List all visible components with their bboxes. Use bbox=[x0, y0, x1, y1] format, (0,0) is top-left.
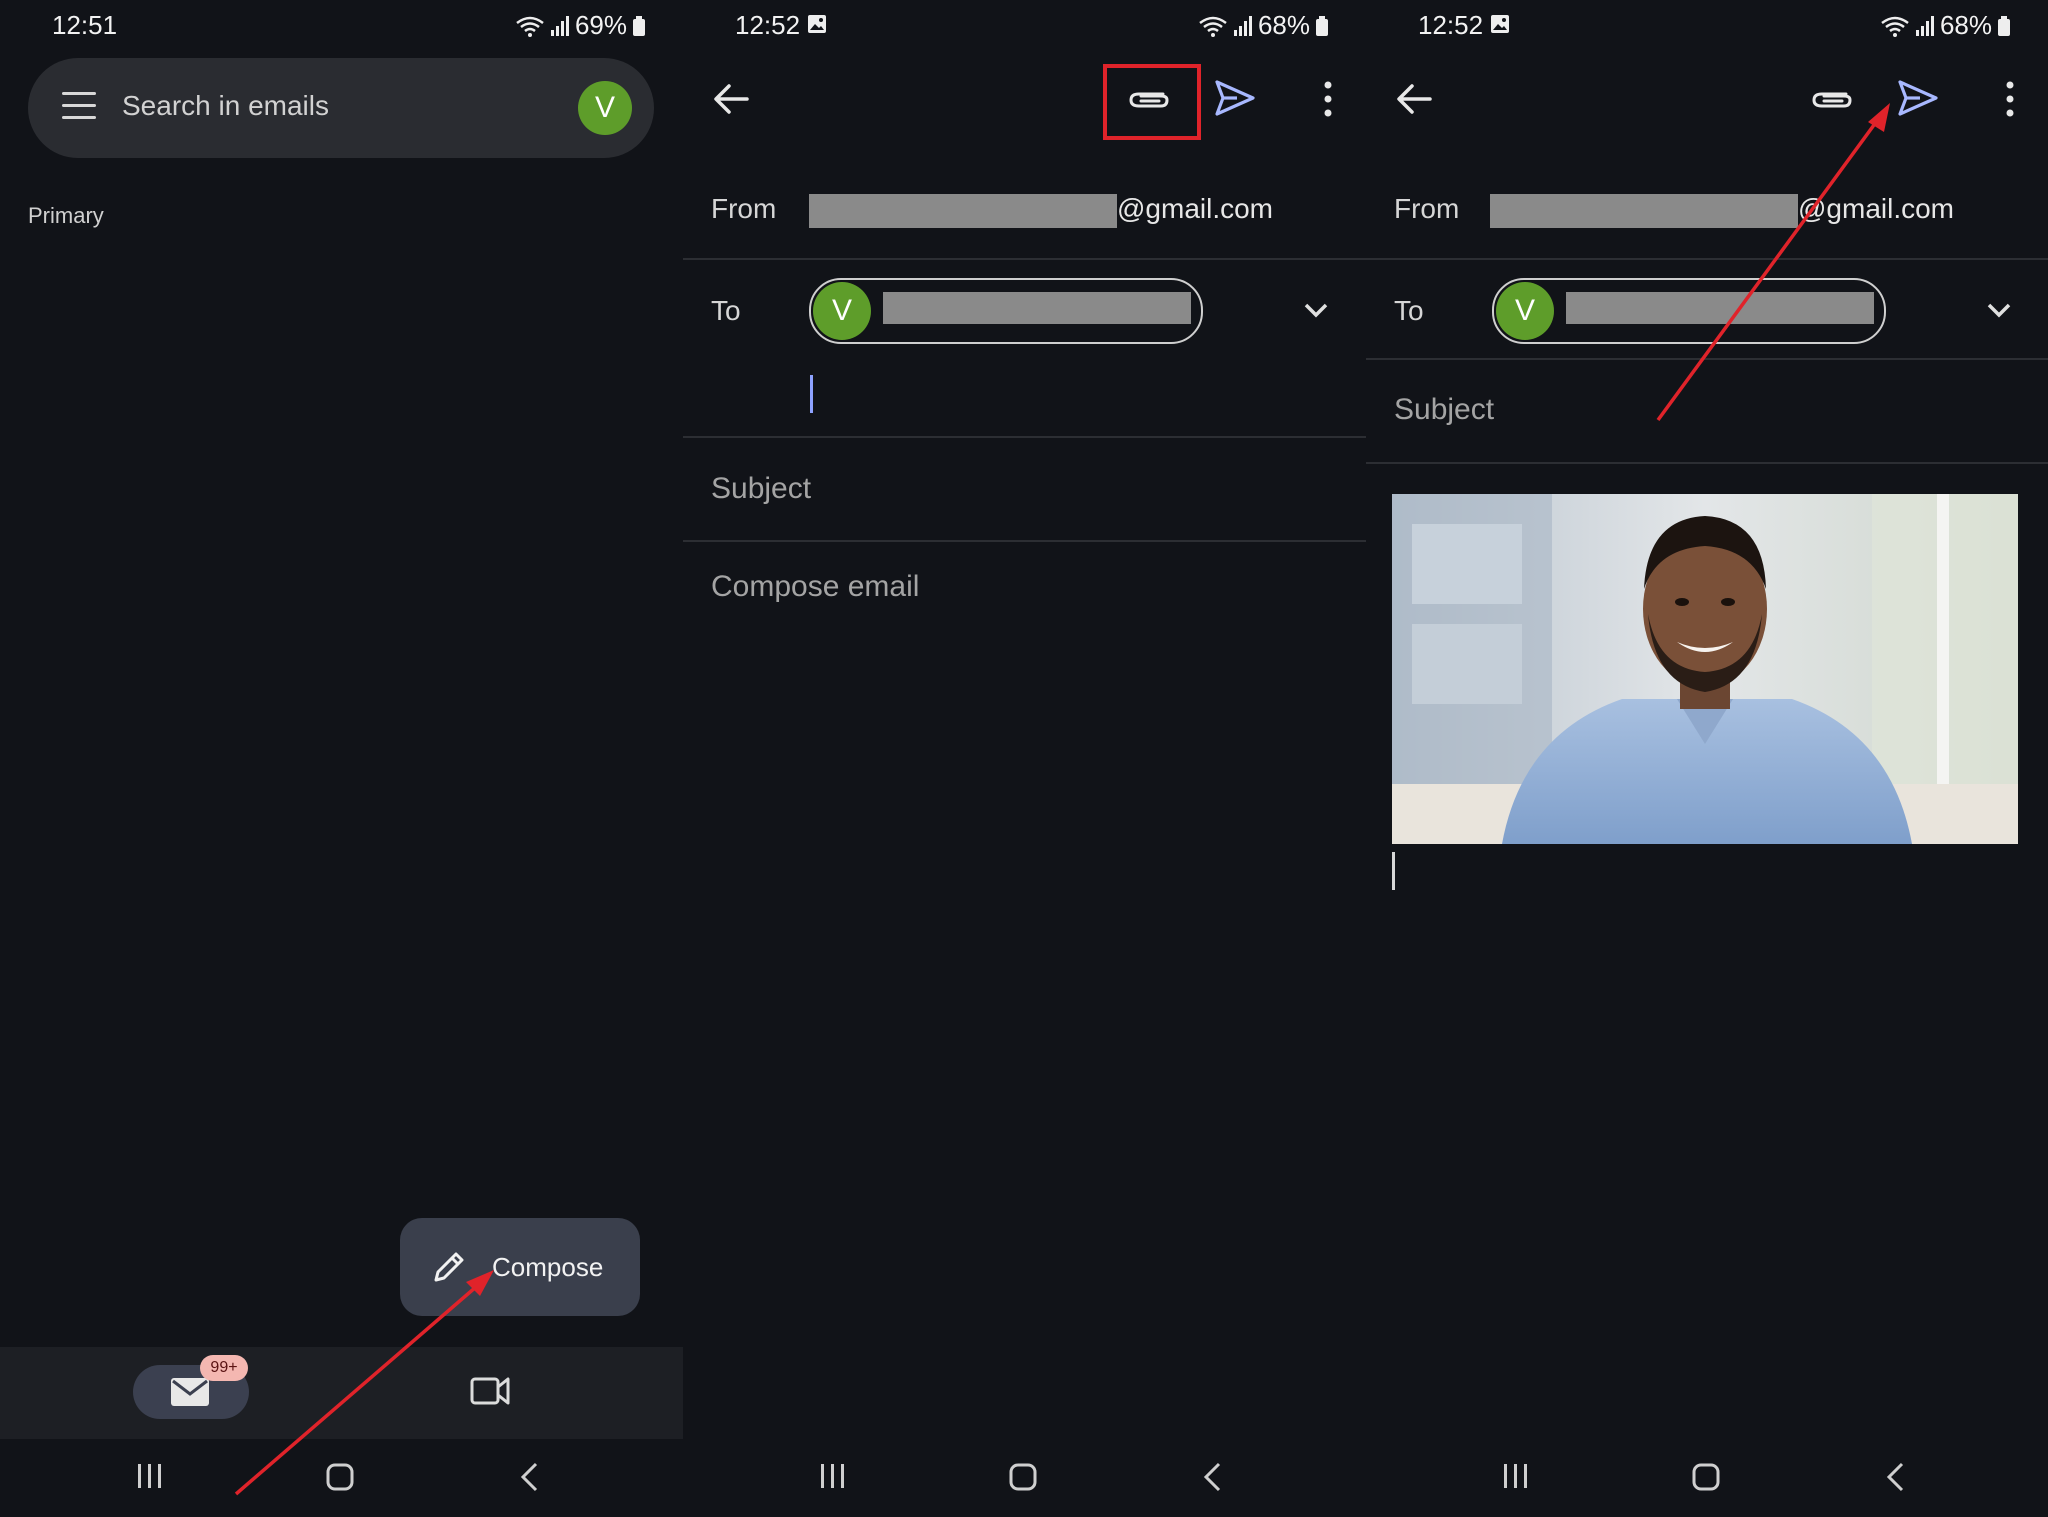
gallery-notification-icon bbox=[1491, 15, 1509, 33]
from-label: From bbox=[1394, 193, 1460, 224]
signal-icon bbox=[1233, 15, 1252, 36]
redacted-recipient-address bbox=[883, 292, 1191, 324]
inbox-screen: 12:51 69% Search in emails V Primary Com… bbox=[0, 0, 683, 1517]
redacted-recipient-address bbox=[1566, 292, 1874, 324]
status-time: 12:52 bbox=[1418, 10, 1484, 40]
redacted-sender-address bbox=[809, 194, 1117, 228]
back-arrow-icon[interactable] bbox=[713, 80, 751, 118]
recipient-chip[interactable]: V bbox=[1492, 278, 1886, 344]
gallery-notification-icon bbox=[808, 15, 826, 33]
more-options-icon[interactable] bbox=[1322, 80, 1334, 118]
status-bar: 12:52 68% bbox=[1366, 0, 2048, 50]
compose-button[interactable]: Compose bbox=[400, 1218, 640, 1316]
divider bbox=[683, 540, 1366, 542]
pencil-icon bbox=[434, 1252, 464, 1282]
mail-icon bbox=[171, 1378, 209, 1406]
battery-icon bbox=[1998, 15, 2010, 36]
back-nav-icon[interactable] bbox=[1201, 1461, 1225, 1493]
unread-badge: 99+ bbox=[200, 1355, 248, 1381]
status-bar: 12:52 68% bbox=[683, 0, 1366, 50]
compose-with-attachment-screen: 12:52 68% From @gmail.com To V Subject bbox=[1366, 0, 2048, 1517]
attached-photo[interactable] bbox=[1392, 494, 2018, 844]
chevron-down-icon[interactable] bbox=[1986, 302, 2012, 318]
system-navigation-bar bbox=[0, 1439, 683, 1517]
recent-apps-icon[interactable] bbox=[819, 1463, 847, 1489]
text-cursor bbox=[1392, 852, 1395, 890]
recipient-avatar: V bbox=[813, 282, 871, 340]
subject-field[interactable]: Subject bbox=[711, 472, 811, 506]
battery-percent: 68% bbox=[1939, 10, 1992, 40]
wifi-icon bbox=[516, 16, 544, 37]
compose-body-field[interactable]: Compose email bbox=[711, 570, 919, 604]
battery-percent: 68% bbox=[1257, 10, 1310, 40]
back-arrow-icon[interactable] bbox=[1396, 80, 1434, 118]
compose-screen: 12:52 68% From @gmail.com To V Subject C… bbox=[683, 0, 1366, 1517]
to-label: To bbox=[1394, 295, 1424, 326]
status-bar: 12:51 69% bbox=[0, 0, 683, 50]
recipient-avatar: V bbox=[1496, 282, 1554, 340]
divider bbox=[683, 258, 1366, 260]
signal-icon bbox=[550, 15, 569, 36]
recent-apps-icon[interactable] bbox=[1502, 1463, 1530, 1489]
menu-icon[interactable] bbox=[62, 92, 96, 124]
bottom-navigation: 99+ bbox=[0, 1347, 683, 1439]
search-input[interactable]: Search in emails bbox=[122, 90, 329, 122]
send-icon[interactable] bbox=[1213, 76, 1257, 120]
attachment-icon[interactable] bbox=[1810, 82, 1854, 116]
account-avatar[interactable]: V bbox=[578, 81, 632, 135]
wifi-icon bbox=[1881, 16, 1909, 37]
back-nav-icon[interactable] bbox=[1884, 1461, 1908, 1493]
from-email-domain: @gmail.com bbox=[1798, 193, 1955, 224]
signal-icon bbox=[1915, 15, 1934, 36]
wifi-icon bbox=[1199, 16, 1227, 37]
from-email-domain: @gmail.com bbox=[1117, 193, 1274, 224]
attached-photo-image bbox=[1392, 494, 2018, 844]
send-icon[interactable] bbox=[1896, 76, 1940, 120]
redacted-sender-address bbox=[1490, 194, 1798, 228]
from-label: From bbox=[711, 193, 777, 224]
system-navigation-bar bbox=[683, 1439, 1366, 1517]
text-cursor bbox=[810, 375, 813, 413]
subject-field[interactable]: Subject bbox=[1394, 393, 1494, 427]
divider bbox=[1366, 462, 2048, 464]
screenshot-triptych: 12:51 69% Search in emails V Primary Com… bbox=[0, 0, 2048, 1517]
compose-toolbar bbox=[1366, 60, 2048, 140]
home-icon[interactable] bbox=[1009, 1463, 1037, 1491]
compose-toolbar bbox=[683, 60, 1366, 140]
compose-label: Compose bbox=[492, 1252, 604, 1282]
recipient-chip[interactable]: V bbox=[809, 278, 1203, 344]
more-options-icon[interactable] bbox=[2004, 80, 2016, 118]
battery-percent: 69% bbox=[574, 10, 627, 40]
back-nav-icon[interactable] bbox=[518, 1461, 542, 1493]
recent-apps-icon[interactable] bbox=[136, 1463, 164, 1489]
video-camera-icon[interactable] bbox=[470, 1371, 510, 1409]
to-label: To bbox=[711, 295, 741, 326]
chevron-down-icon[interactable] bbox=[1303, 302, 1329, 318]
home-icon[interactable] bbox=[1692, 1463, 1720, 1491]
attachment-icon[interactable] bbox=[1127, 82, 1171, 116]
divider bbox=[683, 436, 1366, 438]
divider bbox=[1366, 258, 2048, 260]
status-time: 12:51 bbox=[52, 10, 118, 40]
home-icon[interactable] bbox=[326, 1463, 354, 1491]
battery-icon bbox=[1316, 15, 1328, 36]
battery-icon bbox=[633, 15, 645, 36]
section-label-primary: Primary bbox=[28, 203, 104, 228]
status-time: 12:52 bbox=[735, 10, 801, 40]
system-navigation-bar bbox=[1366, 1439, 2048, 1517]
search-bar[interactable]: Search in emails V bbox=[28, 58, 654, 158]
divider bbox=[1366, 358, 2048, 360]
